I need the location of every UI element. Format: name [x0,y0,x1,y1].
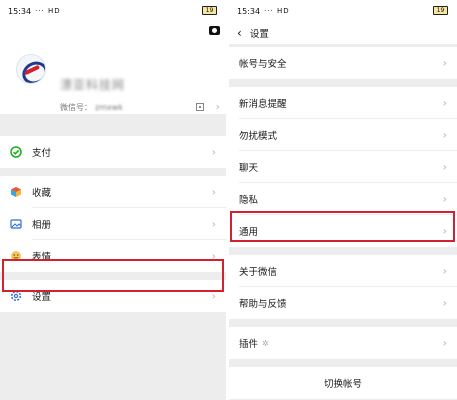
nickname: 漂亚科技网 [60,78,126,92]
plugin-gear-icon: ✲ [262,338,269,348]
switch-account-label: 切换帐号 [323,379,362,390]
settings-item-label: 插件 [239,339,259,350]
settings-icon [10,290,22,302]
wechat-id-label: 微信号： [60,103,92,112]
nav-bar: ‹ 设置 [229,22,457,44]
chevron-right-icon: › [442,336,447,350]
settings-item-do-not-disturb[interactable]: 勿扰模式 › [229,119,457,151]
settings-screen: 15:34 ··· HD 19 ‹ 设置 帐号与安全 › 新消息提醒 › 勿扰模… [229,0,457,400]
qr-code-icon[interactable] [196,103,204,111]
favorites-icon [10,186,22,198]
profile-card[interactable]: 漂亚科技网 微信号： zmxwk › [0,22,226,114]
menu-item-favorites[interactable]: 收藏 › [0,176,226,208]
menu-item-label: 相册 [32,220,52,231]
page-title: 设置 [249,29,269,40]
me-screen: 15:34 ··· HD 19 漂亚科技网 微信号： zmxwk › 支付 › 收… [0,0,226,400]
chevron-right-icon: › [442,56,447,70]
settings-item-chat[interactable]: 聊天 › [229,151,457,183]
status-bar: 15:34 ··· HD 19 [229,0,457,22]
settings-item-label: 新消息提醒 [239,99,287,110]
status-time: 15:34 [8,6,32,16]
status-bar: 15:34 ··· HD 19 [0,0,226,22]
settings-item-label: 勿扰模式 [239,131,278,142]
camera-icon[interactable] [209,26,220,35]
switch-account-button[interactable]: 切换帐号 [229,367,457,399]
menu-item-payment[interactable]: 支付 › [0,136,226,168]
settings-item-general[interactable]: 通用 › [229,215,457,247]
menu-item-album[interactable]: 相册 › [0,208,226,240]
wechat-id: 微信号： zmxwk [60,102,123,113]
menu-item-label: 收藏 [32,188,52,199]
menu-item-label: 表情 [32,252,52,263]
settings-item-help-feedback[interactable]: 帮助与反馈 › [229,287,457,319]
chevron-right-icon: › [442,160,447,174]
chevron-right-icon: › [442,96,447,110]
signal-icon: ··· HD [264,7,290,15]
settings-item-label: 通用 [239,227,259,238]
album-icon [10,218,22,230]
chevron-right-icon: › [211,249,216,263]
chevron-right-icon: › [211,145,216,159]
signal-icon: ··· HD [35,7,61,15]
chevron-right-icon: › [211,217,216,231]
payment-icon [10,146,22,158]
chevron-right-icon: › [442,128,447,142]
settings-item-privacy[interactable]: 隐私 › [229,183,457,215]
menu-item-label: 支付 [32,148,52,159]
settings-item-label: 关于微信 [239,267,278,278]
chevron-right-icon: › [211,185,216,199]
wechat-id-value: zmxwk [95,103,123,112]
back-arrow-icon[interactable]: ‹ [237,26,242,40]
menu-item-settings[interactable]: 设置 › [0,280,226,312]
chevron-right-icon: › [442,224,447,238]
settings-item-label: 帮助与反馈 [239,299,287,310]
chevron-right-icon: › [442,264,447,278]
settings-item-label: 聊天 [239,163,259,174]
chevron-right-icon: › [215,100,220,113]
stickers-icon [10,250,22,262]
status-time: 15:34 [237,6,261,16]
menu-item-stickers[interactable]: 表情 › [0,240,226,272]
settings-item-about[interactable]: 关于微信 › [229,255,457,287]
settings-item-plugins[interactable]: 插件 ✲ › [229,327,457,359]
battery-icon: 19 [433,6,448,15]
menu-item-label: 设置 [32,292,52,303]
battery-icon: 19 [202,6,217,15]
avatar[interactable] [16,54,46,84]
settings-item-notifications[interactable]: 新消息提醒 › [229,87,457,119]
chevron-right-icon: › [442,296,447,310]
chevron-right-icon: › [211,289,216,303]
settings-item-label: 隐私 [239,195,259,206]
settings-item-label: 帐号与安全 [239,59,287,70]
chevron-right-icon: › [442,192,447,206]
settings-item-account-security[interactable]: 帐号与安全 › [229,47,457,79]
